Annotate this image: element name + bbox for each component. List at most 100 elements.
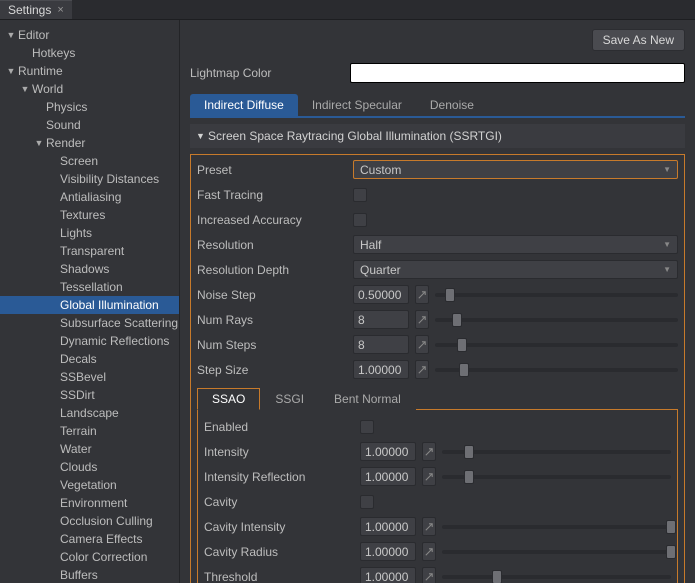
- resolution-dropdown[interactable]: Half▼: [353, 235, 678, 254]
- sidebar-item-camera-effects[interactable]: Camera Effects: [0, 530, 179, 548]
- slider-thumb[interactable]: [457, 338, 467, 352]
- sidebar-item-buffers[interactable]: Buffers: [0, 566, 179, 583]
- lightmap-color-field[interactable]: [350, 63, 685, 83]
- sidebar-item-world[interactable]: ▼World: [0, 80, 179, 98]
- sidebar-item-label: Global Illumination: [58, 298, 159, 312]
- slider-thumb[interactable]: [452, 313, 462, 327]
- sidebar-item-landscape[interactable]: Landscape: [0, 404, 179, 422]
- sidebar-item-screen[interactable]: Screen: [0, 152, 179, 170]
- step_size-input[interactable]: 1.00000: [353, 360, 409, 379]
- sidebar-item-editor[interactable]: ▼Editor: [0, 26, 179, 44]
- sidebar-item-runtime[interactable]: ▼Runtime: [0, 62, 179, 80]
- drag-handle-icon[interactable]: [415, 285, 429, 304]
- noise_step-input[interactable]: 0.50000: [353, 285, 409, 304]
- intensity_reflection-slider[interactable]: [442, 467, 671, 486]
- fast_tracing-label: Fast Tracing: [197, 188, 353, 202]
- fast_tracing-checkbox[interactable]: [353, 188, 367, 202]
- sidebar-item-color-correction[interactable]: Color Correction: [0, 548, 179, 566]
- subtab-denoise[interactable]: Denoise: [416, 94, 488, 116]
- step_size-slider[interactable]: [435, 360, 678, 379]
- cavity-checkbox[interactable]: [360, 495, 374, 509]
- sidebar-item-label: Render: [44, 136, 85, 150]
- nested-tab-ssgi[interactable]: SSGI: [260, 388, 319, 410]
- cavity_intensity-input[interactable]: 1.00000: [360, 517, 416, 536]
- nested-tab-ssao[interactable]: SSAO: [197, 388, 260, 410]
- noise_step-slider[interactable]: [435, 285, 678, 304]
- cavity_radius-slider[interactable]: [442, 542, 671, 561]
- preset-dropdown[interactable]: Custom ▼: [353, 160, 678, 179]
- drag-handle-icon[interactable]: [422, 567, 436, 583]
- chevron-down-icon: ▼: [20, 84, 30, 94]
- sidebar-item-dynamic-reflections[interactable]: Dynamic Reflections: [0, 332, 179, 350]
- sidebar-item-occlusion-culling[interactable]: Occlusion Culling: [0, 512, 179, 530]
- threshold-slider[interactable]: [442, 567, 671, 583]
- sidebar-item-textures[interactable]: Textures: [0, 206, 179, 224]
- sidebar-item-visibility-distances[interactable]: Visibility Distances: [0, 170, 179, 188]
- drag-handle-icon[interactable]: [422, 442, 436, 461]
- slider-thumb[interactable]: [492, 570, 502, 583]
- drag-handle-icon[interactable]: [422, 517, 436, 536]
- sidebar-item-tessellation[interactable]: Tessellation: [0, 278, 179, 296]
- sidebar-item-transparent[interactable]: Transparent: [0, 242, 179, 260]
- sidebar-item-ssbevel[interactable]: SSBevel: [0, 368, 179, 386]
- sidebar-item-global-illumination[interactable]: Global Illumination: [0, 296, 179, 314]
- chevron-down-icon: ▼: [6, 30, 16, 40]
- sidebar-item-label: Clouds: [58, 460, 97, 474]
- num_rays-input[interactable]: 8: [353, 310, 409, 329]
- sidebar-item-vegetation[interactable]: Vegetation: [0, 476, 179, 494]
- enabled-checkbox[interactable]: [360, 420, 374, 434]
- subtab-indirect-diffuse[interactable]: Indirect Diffuse: [190, 94, 298, 116]
- sidebar-item-sound[interactable]: Sound: [0, 116, 179, 134]
- save-as-new-button[interactable]: Save As New: [592, 29, 685, 51]
- sidebar-item-ssdirt[interactable]: SSDirt: [0, 386, 179, 404]
- sidebar-item-lights[interactable]: Lights: [0, 224, 179, 242]
- threshold-input[interactable]: 1.00000: [360, 567, 416, 583]
- sidebar-item-label: Visibility Distances: [58, 172, 159, 186]
- num_steps-input[interactable]: 8: [353, 335, 409, 354]
- sidebar-item-decals[interactable]: Decals: [0, 350, 179, 368]
- cavity_intensity-slider[interactable]: [442, 517, 671, 536]
- slider-thumb[interactable]: [666, 520, 676, 534]
- section-header[interactable]: ▼ Screen Space Raytracing Global Illumin…: [190, 124, 685, 148]
- slider-thumb[interactable]: [464, 445, 474, 459]
- sidebar-item-label: Vegetation: [58, 478, 117, 492]
- close-icon[interactable]: ×: [57, 4, 63, 16]
- sidebar-item-environment[interactable]: Environment: [0, 494, 179, 512]
- sidebar-item-physics[interactable]: Physics: [0, 98, 179, 116]
- sidebar-item-antialiasing[interactable]: Antialiasing: [0, 188, 179, 206]
- slider-thumb[interactable]: [445, 288, 455, 302]
- drag-handle-icon[interactable]: [422, 467, 436, 486]
- num_steps-slider[interactable]: [435, 335, 678, 354]
- cavity-label: Cavity: [204, 495, 360, 509]
- intensity-input[interactable]: 1.00000: [360, 442, 416, 461]
- slider-thumb[interactable]: [459, 363, 469, 377]
- subtab-indirect-specular[interactable]: Indirect Specular: [298, 94, 416, 116]
- drag-handle-icon[interactable]: [422, 542, 436, 561]
- increased_accuracy-checkbox[interactable]: [353, 213, 367, 227]
- sidebar-item-label: Terrain: [58, 424, 97, 438]
- sidebar-item-hotkeys[interactable]: Hotkeys: [0, 44, 179, 62]
- cavity_intensity-label: Cavity Intensity: [204, 520, 360, 534]
- sidebar-item-subsurface-scattering[interactable]: Subsurface Scattering: [0, 314, 179, 332]
- cavity_radius-input[interactable]: 1.00000: [360, 542, 416, 561]
- sidebar-item-render[interactable]: ▼Render: [0, 134, 179, 152]
- drag-handle-icon[interactable]: [415, 310, 429, 329]
- resolution_depth-dropdown[interactable]: Quarter▼: [353, 260, 678, 279]
- num_rays-slider[interactable]: [435, 310, 678, 329]
- intensity-slider[interactable]: [442, 442, 671, 461]
- sidebar-item-clouds[interactable]: Clouds: [0, 458, 179, 476]
- sidebar-item-label: Landscape: [58, 406, 119, 420]
- intensity-label: Intensity: [204, 445, 360, 459]
- drag-handle-icon[interactable]: [415, 335, 429, 354]
- slider-thumb[interactable]: [464, 470, 474, 484]
- drag-handle-icon[interactable]: [415, 360, 429, 379]
- sidebar-item-shadows[interactable]: Shadows: [0, 260, 179, 278]
- tab-settings[interactable]: Settings ×: [0, 0, 72, 19]
- intensity_reflection-input[interactable]: 1.00000: [360, 467, 416, 486]
- sidebar-item-water[interactable]: Water: [0, 440, 179, 458]
- chevron-down-icon: ▼: [196, 131, 208, 141]
- slider-thumb[interactable]: [666, 545, 676, 559]
- sidebar-item-label: World: [30, 82, 63, 96]
- sidebar-item-terrain[interactable]: Terrain: [0, 422, 179, 440]
- nested-tab-bent-normal[interactable]: Bent Normal: [319, 388, 416, 410]
